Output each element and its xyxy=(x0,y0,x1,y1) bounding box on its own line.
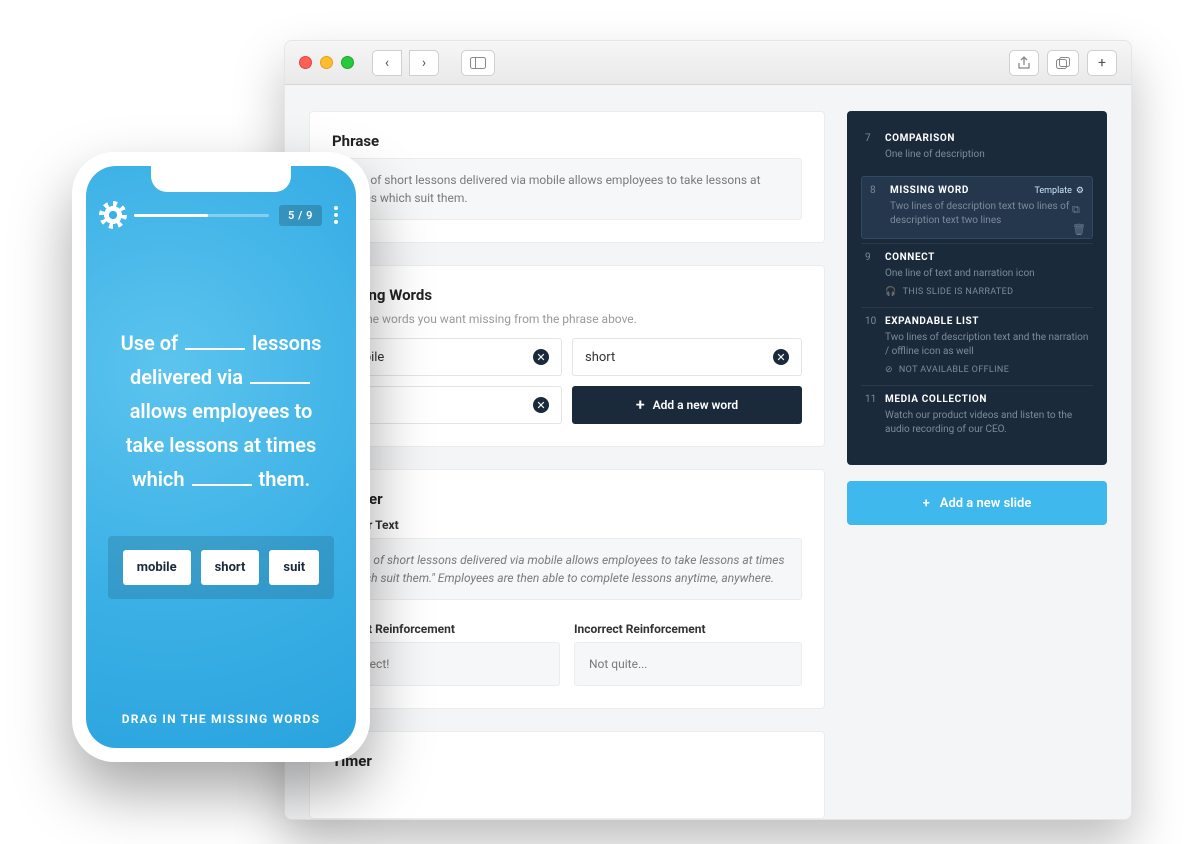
headphones-icon: 🎧 xyxy=(885,287,897,297)
slide-item[interactable]: 7 COMPARISON One line of description xyxy=(861,125,1093,172)
answer-text-field[interactable]: "Use of short lessons delivered via mobi… xyxy=(332,538,802,600)
close-icon[interactable] xyxy=(299,56,312,69)
slide-number: 7 xyxy=(865,133,877,144)
browser-titlebar: ‹ › + xyxy=(285,41,1131,85)
phrase-text-field[interactable]: Use of short lessons delivered via mobil… xyxy=(332,158,802,220)
forward-button[interactable]: › xyxy=(409,50,439,76)
progress-bar xyxy=(134,214,269,217)
add-word-label: Add a new word xyxy=(653,398,739,412)
minimize-icon[interactable] xyxy=(320,56,333,69)
slide-item[interactable]: 11 MEDIA COLLECTION Watch our product vi… xyxy=(861,385,1093,447)
add-slide-button[interactable]: + Add a new slide xyxy=(847,481,1107,525)
missing-words-title: Missing Words xyxy=(332,286,802,304)
slide-number: 11 xyxy=(865,394,877,405)
slide-number: 8 xyxy=(870,185,882,196)
slide-number: 10 xyxy=(865,316,877,327)
copy-icon[interactable]: ⧉ xyxy=(1072,203,1086,217)
slide-name: MEDIA COLLECTION xyxy=(885,394,987,405)
incorrect-reinforcement-field[interactable]: Not quite... xyxy=(574,642,802,686)
slide-item[interactable]: 10 EXPANDABLE LIST Two lines of descript… xyxy=(861,307,1093,385)
app-viewport: Phrase Use of short lessons delivered vi… xyxy=(285,85,1131,819)
missing-words-subtitle: Input the words you want missing from th… xyxy=(332,312,802,326)
slide-name: MISSING WORD xyxy=(890,185,969,196)
remove-word-icon[interactable]: ✕ xyxy=(533,397,549,413)
remove-word-icon[interactable]: ✕ xyxy=(773,349,789,365)
timer-card: Timer xyxy=(309,731,825,819)
blank-slot[interactable] xyxy=(250,366,310,384)
template-badge[interactable]: Template ⚙ xyxy=(1034,186,1084,196)
answer-card: Answer Answer Text "Use of short lessons… xyxy=(309,469,825,709)
remove-word-icon[interactable]: ✕ xyxy=(533,349,549,365)
missing-words-card: Missing Words Input the words you want m… xyxy=(309,265,825,447)
blank-slot[interactable] xyxy=(185,332,245,350)
phone-instruction: DRAG IN THE MISSING WORDS xyxy=(86,712,356,726)
slide-name: COMPARISON xyxy=(885,133,955,144)
phone-notch xyxy=(151,166,291,192)
slide-desc: Two lines of description text and the na… xyxy=(885,331,1089,359)
blank-slot[interactable] xyxy=(192,468,252,486)
phone-preview: 5 / 9 Use of lessons delivered via allow… xyxy=(72,152,370,762)
slide-desc: Two lines of description text two lines … xyxy=(890,200,1084,228)
more-icon[interactable] xyxy=(332,202,340,228)
slide-desc: One line of text and narration icon xyxy=(885,267,1089,281)
incorrect-reinforcement-label: Incorrect Reinforcement xyxy=(574,622,802,636)
add-word-button[interactable]: + Add a new word xyxy=(572,386,802,424)
phrase-card: Phrase Use of short lessons delivered vi… xyxy=(309,111,825,243)
slides-panel: 7 COMPARISON One line of description 8 M… xyxy=(847,111,1107,465)
zoom-icon[interactable] xyxy=(341,56,354,69)
new-tab-button[interactable]: + xyxy=(1087,50,1117,76)
slide-name: CONNECT xyxy=(885,252,935,263)
choice-chip[interactable]: short xyxy=(201,550,260,585)
trash-icon[interactable]: 🗑 xyxy=(1072,223,1086,236)
choice-chip[interactable]: mobile xyxy=(123,550,191,585)
add-slide-label: Add a new slide xyxy=(940,496,1032,511)
word-chip[interactable]: short ✕ xyxy=(572,338,802,376)
slide-item[interactable]: 9 CONNECT One line of text and narration… xyxy=(861,243,1093,307)
back-button[interactable]: ‹ xyxy=(372,50,402,76)
word-chip-label: short xyxy=(585,350,615,365)
choices-tray: mobile short suit xyxy=(108,536,334,599)
slide-meta: THIS SLIDE IS NARRATED xyxy=(903,287,1014,297)
slide-meta: NOT AVAILABLE OFFLINE xyxy=(899,365,1009,375)
offline-icon: ⊘ xyxy=(885,365,893,375)
answer-title: Answer xyxy=(332,490,802,508)
slide-desc: One line of description xyxy=(885,148,1089,162)
gear-icon[interactable] xyxy=(102,204,124,226)
tabs-button[interactable] xyxy=(1047,50,1079,76)
slide-number: 9 xyxy=(865,252,877,263)
slide-desc: Watch our product videos and listen to t… xyxy=(885,409,1089,437)
plus-icon: + xyxy=(636,397,645,413)
slide-item-selected[interactable]: 8 MISSING WORD Template ⚙ Two lines of d… xyxy=(861,176,1093,239)
phone-screen: 5 / 9 Use of lessons delivered via allow… xyxy=(86,166,356,748)
phone-phrase: Use of lessons delivered via allows empl… xyxy=(108,326,334,496)
sidebar-toggle-button[interactable] xyxy=(461,50,495,76)
phrase-title: Phrase xyxy=(332,132,802,150)
traffic-lights xyxy=(299,56,354,69)
share-button[interactable] xyxy=(1009,50,1039,76)
progress-counter: 5 / 9 xyxy=(279,205,322,226)
choice-chip[interactable]: suit xyxy=(269,550,319,585)
timer-title: Timer xyxy=(332,752,802,770)
slide-name: EXPANDABLE LIST xyxy=(885,316,979,327)
gear-icon: ⚙ xyxy=(1076,186,1084,196)
answer-text-label: Answer Text xyxy=(332,518,802,532)
plus-icon: + xyxy=(923,496,930,511)
browser-window: ‹ › + Phrase Use of short lessons delive… xyxy=(284,40,1132,820)
